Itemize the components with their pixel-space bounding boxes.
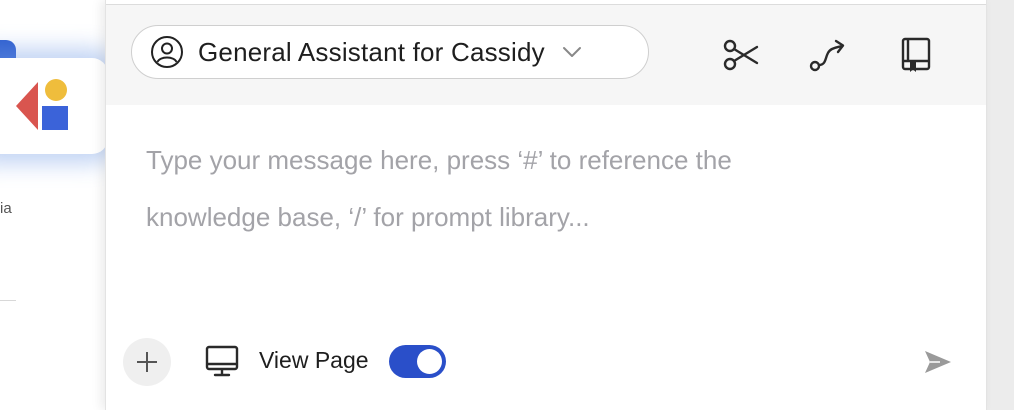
user-circle-icon: [151, 36, 183, 68]
view-page-label: View Page: [259, 347, 369, 373]
chat-panel: General Assistant for Cassidy Type your …: [105, 0, 987, 410]
chevron-down-icon: [562, 47, 581, 57]
message-input[interactable]: Type your message here, press ‘#’ to ref…: [146, 132, 846, 246]
book-icon: [901, 37, 931, 72]
scissors-icon: [723, 39, 759, 71]
toggle-knob: [417, 349, 442, 374]
add-button[interactable]: [123, 338, 171, 386]
logo-icon: [16, 79, 68, 130]
app-logo[interactable]: [0, 58, 108, 154]
monitor-icon: [205, 345, 239, 377]
chat-header: General Assistant for Cassidy: [106, 5, 986, 105]
knowledge-base-button[interactable]: [896, 35, 936, 75]
plus-icon: [137, 352, 157, 372]
assistant-selector[interactable]: General Assistant for Cassidy: [131, 25, 649, 79]
assistant-name: General Assistant for Cassidy: [198, 36, 545, 67]
placeholder-line-2: knowledge base, ‘/’ for prompt library..…: [146, 202, 590, 232]
route-icon: [809, 39, 845, 72]
view-page-toggle[interactable]: [389, 345, 446, 378]
background-divider: [0, 300, 16, 301]
background-text: ia: [0, 200, 12, 217]
background-page: ia: [0, 0, 120, 410]
scissors-button[interactable]: [721, 35, 761, 75]
route-button[interactable]: [808, 35, 848, 75]
placeholder-line-1: Type your message here, press ‘#’ to ref…: [146, 145, 732, 175]
send-icon[interactable]: [922, 346, 954, 378]
